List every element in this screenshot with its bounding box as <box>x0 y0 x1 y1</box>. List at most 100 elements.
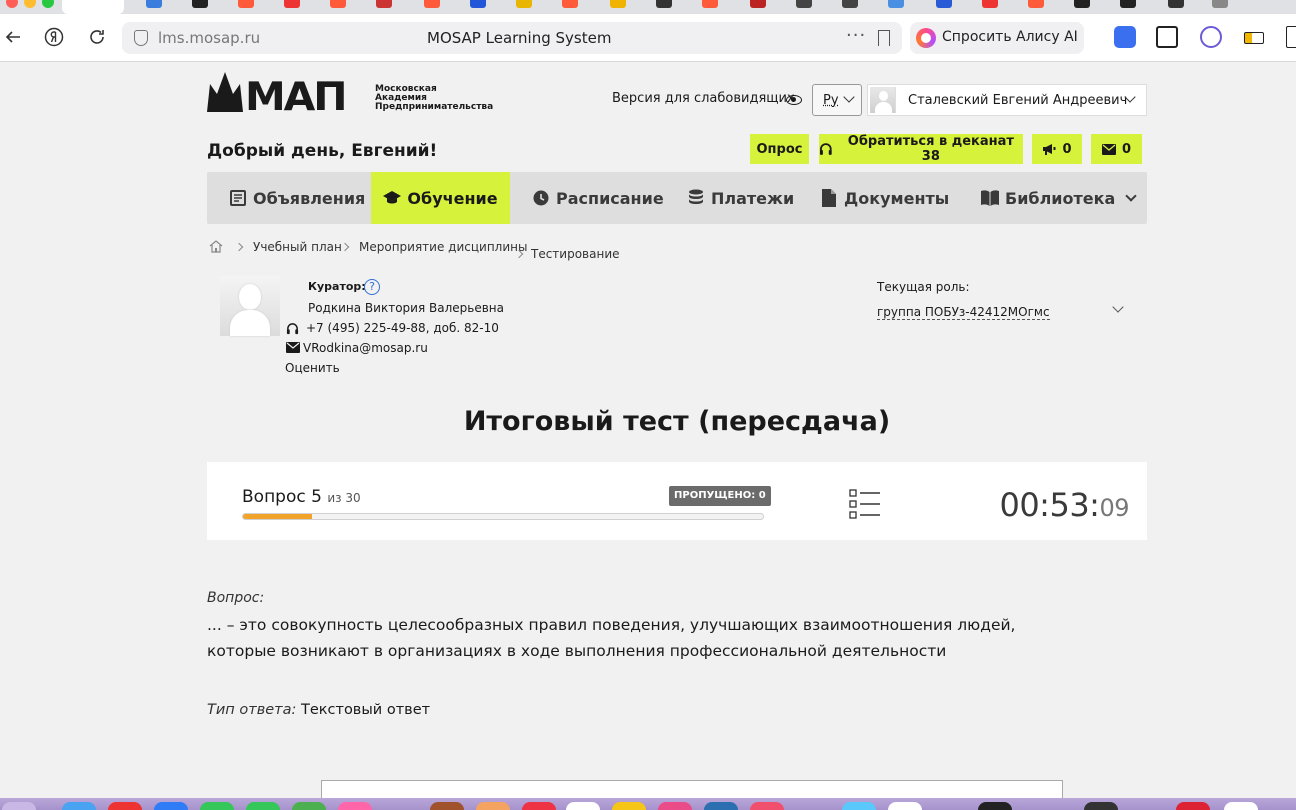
mosap-logo[interactable]: МАП Московская Академия Предпринимательс… <box>207 72 509 118</box>
tab-icon[interactable] <box>516 0 532 8</box>
address-bar[interactable]: lms.mosap.ru MOSAP Learning System ··· <box>122 22 902 54</box>
tab-icon[interactable] <box>656 0 672 8</box>
extension-icon[interactable] <box>1200 26 1222 48</box>
more-icon[interactable]: ··· <box>846 25 866 46</box>
dock-app-icon[interactable] <box>658 802 692 810</box>
dock-app-icon[interactable] <box>842 802 876 810</box>
dock-app-icon[interactable] <box>888 802 922 810</box>
curator-phone[interactable]: +7 (495) 225-49-88, доб. 82-10 <box>306 321 499 335</box>
nav-schedule[interactable]: Расписание <box>532 172 664 224</box>
maximize-window-icon[interactable] <box>42 0 54 8</box>
dock-app-icon[interactable] <box>292 802 326 810</box>
dock-app-icon[interactable] <box>476 802 510 810</box>
headset-icon <box>286 323 299 335</box>
role-select[interactable]: группа ПОБУз-42412МОгмс <box>877 305 1050 320</box>
dock-app-icon[interactable] <box>62 802 96 810</box>
nav-library[interactable]: Библиотека <box>981 172 1137 224</box>
chevron-down-icon[interactable] <box>1112 301 1124 313</box>
dock-app-icon[interactable] <box>154 802 188 810</box>
dock-app-icon[interactable] <box>1084 802 1118 810</box>
language-select[interactable]: Ру <box>812 84 862 116</box>
tab-icon[interactable] <box>376 0 392 8</box>
tab-icon[interactable] <box>1074 0 1090 8</box>
eye-icon[interactable] <box>786 95 802 105</box>
envelope-icon <box>1101 143 1116 155</box>
breadcrumb-event[interactable]: Мероприятие дисциплины <box>359 240 527 254</box>
ask-alisa-button[interactable]: Спросить Алису AI <box>910 22 1084 54</box>
dock-app-icon[interactable] <box>108 802 142 810</box>
dock-app-icon[interactable] <box>246 802 280 810</box>
tab-icon[interactable] <box>1120 0 1136 8</box>
yandex-icon[interactable] <box>41 24 67 50</box>
tab-icon[interactable] <box>284 0 300 8</box>
dock-app-icon[interactable] <box>566 802 600 810</box>
tab-icon[interactable] <box>1028 0 1044 8</box>
nav-learning[interactable]: Обучение <box>371 172 510 224</box>
dock-app-icon[interactable] <box>612 802 646 810</box>
active-tab[interactable] <box>62 0 124 14</box>
extension-icon[interactable] <box>1286 26 1296 48</box>
tab-icon[interactable] <box>192 0 208 8</box>
tab-icon[interactable] <box>982 0 998 8</box>
tab-icon[interactable] <box>470 0 486 8</box>
chevron-right-icon <box>340 242 350 252</box>
tab-icon[interactable] <box>842 0 858 8</box>
timer-seconds: 09 <box>1099 494 1129 522</box>
tab-icon[interactable] <box>424 0 440 8</box>
logo-text: МАП <box>245 75 348 120</box>
question-number: 5 <box>311 487 322 507</box>
nav-documents[interactable]: Документы <box>820 172 949 224</box>
breadcrumb-plan[interactable]: Учебный план <box>253 240 342 254</box>
messages-button[interactable]: 0 <box>1091 134 1142 164</box>
tab-icon[interactable] <box>330 0 346 8</box>
dock-app-icon[interactable] <box>1176 802 1210 810</box>
tab-icon[interactable] <box>562 0 578 8</box>
dock-app-icon[interactable] <box>978 802 1012 810</box>
contact-dean-button[interactable]: Обратиться в деканат 38 <box>819 134 1023 164</box>
vision-version-link[interactable]: Версия для слабовидящих <box>612 91 795 106</box>
curator-email[interactable]: VRodkina@mosap.ru <box>303 341 428 355</box>
tab-icon[interactable] <box>750 0 766 8</box>
dock-app-icon[interactable] <box>338 802 372 810</box>
tab-icon[interactable] <box>238 0 254 8</box>
shield-icon <box>134 30 148 46</box>
nav-payments[interactable]: Платежи <box>687 172 794 224</box>
dock-app-icon[interactable] <box>200 802 234 810</box>
back-icon[interactable] <box>0 24 26 50</box>
dock-app-icon[interactable] <box>430 802 464 810</box>
survey-button[interactable]: Опрос <box>750 134 809 164</box>
dock-app-icon[interactable] <box>2 802 36 810</box>
tab-icon[interactable] <box>702 0 718 8</box>
home-icon[interactable] <box>209 240 223 256</box>
close-window-icon[interactable] <box>6 0 18 8</box>
tab-icon[interactable] <box>936 0 952 8</box>
dock-app-icon[interactable] <box>1224 802 1258 810</box>
tab-icon[interactable] <box>1212 0 1228 8</box>
tab-icon[interactable] <box>888 0 904 8</box>
user-menu[interactable]: Сталевский Евгений Андреевич <box>867 84 1147 116</box>
minimize-window-icon[interactable] <box>24 0 36 8</box>
bookmark-icon[interactable] <box>878 30 890 46</box>
notifications-button[interactable]: 0 <box>1032 134 1082 164</box>
dock-app-icon[interactable] <box>704 802 738 810</box>
nav-announcements[interactable]: Объявления <box>229 172 365 224</box>
answer-textarea[interactable] <box>321 780 1063 798</box>
reload-icon[interactable] <box>84 24 110 50</box>
dock-app-icon[interactable] <box>522 802 556 810</box>
nav-learning-label: Обучение <box>407 188 498 208</box>
question-list-icon[interactable] <box>849 489 881 519</box>
extension-icon[interactable] <box>1114 26 1136 48</box>
tab-icon[interactable] <box>146 0 162 8</box>
dock-app-icon[interactable] <box>750 802 784 810</box>
tab-icon[interactable] <box>796 0 812 8</box>
test-title: Итоговый тест (пересдача) <box>463 406 891 437</box>
main-nav: Объявления Обучение Расписание Платежи Д… <box>207 172 1147 224</box>
tab-icon[interactable] <box>1168 0 1184 8</box>
rate-curator-link[interactable]: Оценить <box>285 361 340 375</box>
skipped-badge: ПРОПУЩЕНО: 0 <box>669 486 771 506</box>
extension-icon[interactable] <box>1156 26 1178 48</box>
tab-icon[interactable] <box>610 0 626 8</box>
page-title-text: MOSAP Learning System <box>427 29 612 47</box>
help-icon[interactable]: ? <box>364 279 380 295</box>
greeting: Добрый день, Евгений! <box>207 141 438 161</box>
